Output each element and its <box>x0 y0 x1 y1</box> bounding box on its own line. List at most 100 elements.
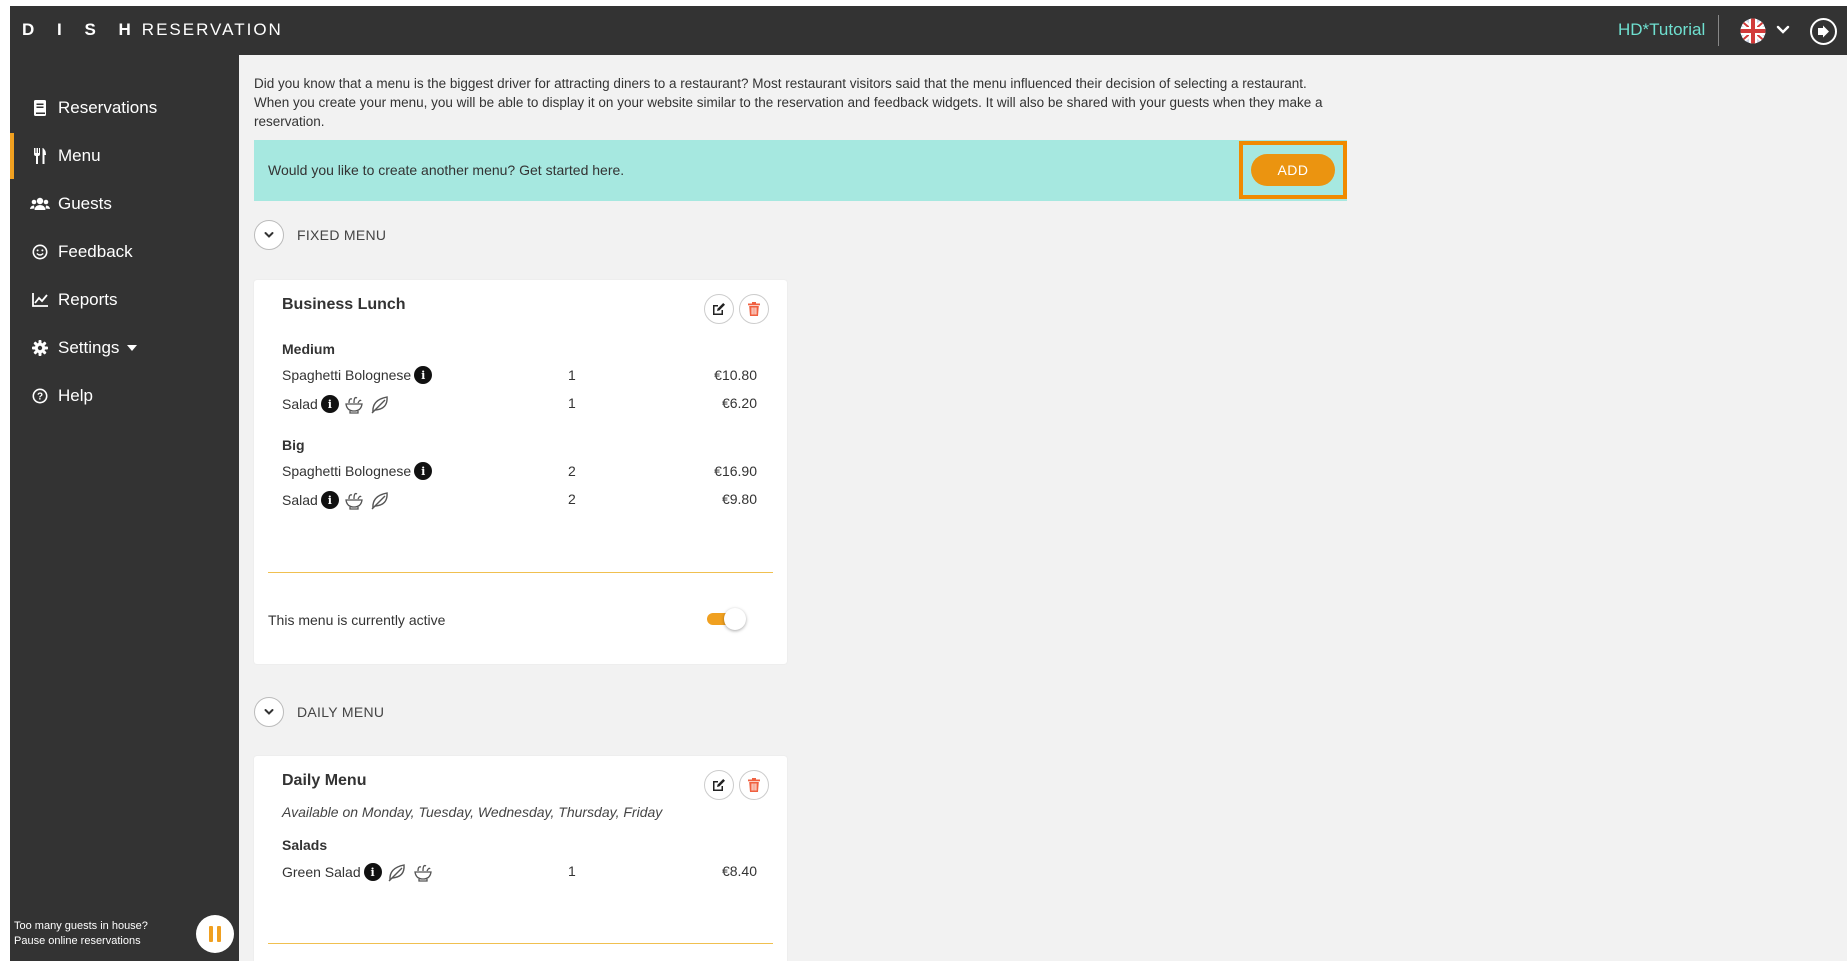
trash-icon <box>748 778 760 792</box>
trash-icon <box>748 302 760 316</box>
menu-item-row: Salad i 1 €6.20 <box>282 392 757 414</box>
menu-card-title: Business Lunch <box>282 296 406 313</box>
info-icon[interactable]: i <box>414 366 433 384</box>
menu-card-daily-menu: Daily Menu Available on Monday, Tuesday,… <box>254 756 787 961</box>
dish-price: €8.40 <box>721 863 757 879</box>
chevron-down-icon <box>264 709 274 715</box>
info-icon[interactable]: i <box>363 863 382 881</box>
dish-name: Salad <box>282 492 318 508</box>
sidebar-item-label: Menu <box>58 146 101 165</box>
logout-button[interactable] <box>1810 18 1837 45</box>
dish-price: €6.20 <box>721 395 757 411</box>
caret-down-icon <box>127 345 138 351</box>
sidebar-item-menu[interactable]: Menu <box>10 133 239 179</box>
sidebar-item-label: Guests <box>58 194 112 213</box>
vegetarian-leaf-icon <box>371 492 388 510</box>
fixed-menu-section-header: FIXED MENU <box>254 219 386 251</box>
menu-group-title: Medium <box>282 341 335 357</box>
edit-menu-button[interactable] <box>704 770 734 800</box>
dish-price: €10.80 <box>714 367 757 383</box>
svg-text:?: ? <box>37 392 43 403</box>
menu-group-title: Big <box>282 437 305 453</box>
sidebar-item-label: Help <box>58 386 93 405</box>
smile-icon <box>30 243 50 261</box>
sidebar-item-guests[interactable]: Guests <box>10 181 239 227</box>
menu-active-label: This menu is currently active <box>268 612 446 628</box>
vegan-bowl-icon <box>413 864 432 882</box>
collapse-daily-menu-button[interactable] <box>254 697 284 727</box>
sidebar-item-reservations[interactable]: Reservations <box>10 85 239 131</box>
delete-menu-button[interactable] <box>739 294 769 324</box>
menu-intro-text: Did you know that a menu is the biggest … <box>254 76 1323 129</box>
menu-item-row: Spaghetti Bolognese i 2 €16.90 <box>282 460 757 482</box>
add-menu-button[interactable]: ADD <box>1251 154 1335 186</box>
info-icon[interactable]: i <box>320 491 339 509</box>
sidebar-item-feedback[interactable]: Feedback <box>10 229 239 275</box>
menu-availability: Available on Monday, Tuesday, Wednesday,… <box>282 804 663 820</box>
create-menu-banner: Would you like to create another menu? G… <box>254 140 1347 201</box>
sidebar-item-label: Reservations <box>58 98 158 117</box>
vegetarian-leaf-icon <box>388 864 405 882</box>
menu-active-toggle[interactable] <box>707 608 746 630</box>
brand-bold: D I S H <box>22 20 140 39</box>
sidebar-item-label: Feedback <box>58 242 133 261</box>
pause-reservations-text: Too many guests in house? Pause online r… <box>14 919 148 949</box>
user-name-link[interactable]: HD*Tutorial <box>1618 20 1705 40</box>
question-icon: ? <box>30 387 50 405</box>
card-divider <box>268 572 773 573</box>
chevron-down-icon <box>264 232 274 238</box>
dish-name: Spaghetti Bolognese <box>282 463 412 479</box>
sidebar-item-label: Settings <box>58 338 120 357</box>
dish-name: Spaghetti Bolognese <box>282 367 412 383</box>
edit-menu-button[interactable] <box>704 294 734 324</box>
header-divider <box>1718 15 1719 46</box>
info-icon[interactable]: i <box>320 395 339 413</box>
chart-icon <box>30 291 50 309</box>
top-bar: D I S H RESERVATION HD*Tutorial <box>10 6 1847 55</box>
info-icon[interactable]: i <box>414 462 433 480</box>
sidebar-item-help[interactable]: ? Help <box>10 373 239 419</box>
menu-card-business-lunch: Business Lunch Medium Spaghetti Bolognes… <box>254 280 787 664</box>
uk-flag-icon[interactable] <box>1738 18 1768 44</box>
gear-icon <box>30 339 50 357</box>
logout-icon <box>1818 25 1829 38</box>
app-window: D I S H RESERVATION HD*Tutorial Reservat… <box>10 6 1847 961</box>
brand-light: RESERVATION <box>141 20 283 39</box>
vegetarian-leaf-icon <box>371 396 388 414</box>
dish-quantity: 2 <box>568 491 576 507</box>
sidebar-item-reports[interactable]: Reports <box>10 277 239 323</box>
sidebar-item-label: Reports <box>58 290 118 309</box>
edit-icon <box>713 303 725 315</box>
edit-icon <box>713 779 725 791</box>
section-title: FIXED MENU <box>297 227 387 243</box>
brand-logo[interactable]: D I S H RESERVATION <box>22 20 283 40</box>
menu-group-title: Salads <box>282 837 328 853</box>
collapse-fixed-menu-button[interactable] <box>254 220 284 250</box>
dish-quantity: 1 <box>568 863 576 879</box>
banner-text: Would you like to create another menu? G… <box>268 162 625 178</box>
menu-item-row: Salad i 2 €9.80 <box>282 488 757 510</box>
vegan-bowl-icon <box>345 396 363 414</box>
dish-price: €9.80 <box>721 491 757 507</box>
card-divider <box>268 943 773 944</box>
pause-reservations-button[interactable] <box>196 915 234 953</box>
dish-quantity: 1 <box>568 367 576 383</box>
section-title: DAILY MENU <box>297 704 385 720</box>
menu-item-row: Spaghetti Bolognese i 1 €10.80 <box>282 364 757 386</box>
pause-line-1: Too many guests in house? <box>14 920 148 932</box>
users-icon <box>30 195 50 213</box>
dish-quantity: 1 <box>568 395 576 411</box>
pause-line-2: Pause online reservations <box>14 935 141 947</box>
add-button-highlight: ADD <box>1239 141 1347 199</box>
dish-name: Green Salad <box>282 864 361 880</box>
vegan-bowl-icon <box>345 492 363 510</box>
book-icon <box>30 99 50 117</box>
sidebar-item-settings[interactable]: Settings <box>10 325 239 371</box>
dish-name: Salad <box>282 396 318 412</box>
delete-menu-button[interactable] <box>739 770 769 800</box>
chevron-down-icon[interactable] <box>1776 24 1790 36</box>
dish-price: €16.90 <box>714 463 757 479</box>
sidebar: Reservations Menu Guests Feedback Report… <box>10 55 239 961</box>
menu-card-title: Daily Menu <box>282 772 367 789</box>
utensils-icon <box>30 147 50 165</box>
